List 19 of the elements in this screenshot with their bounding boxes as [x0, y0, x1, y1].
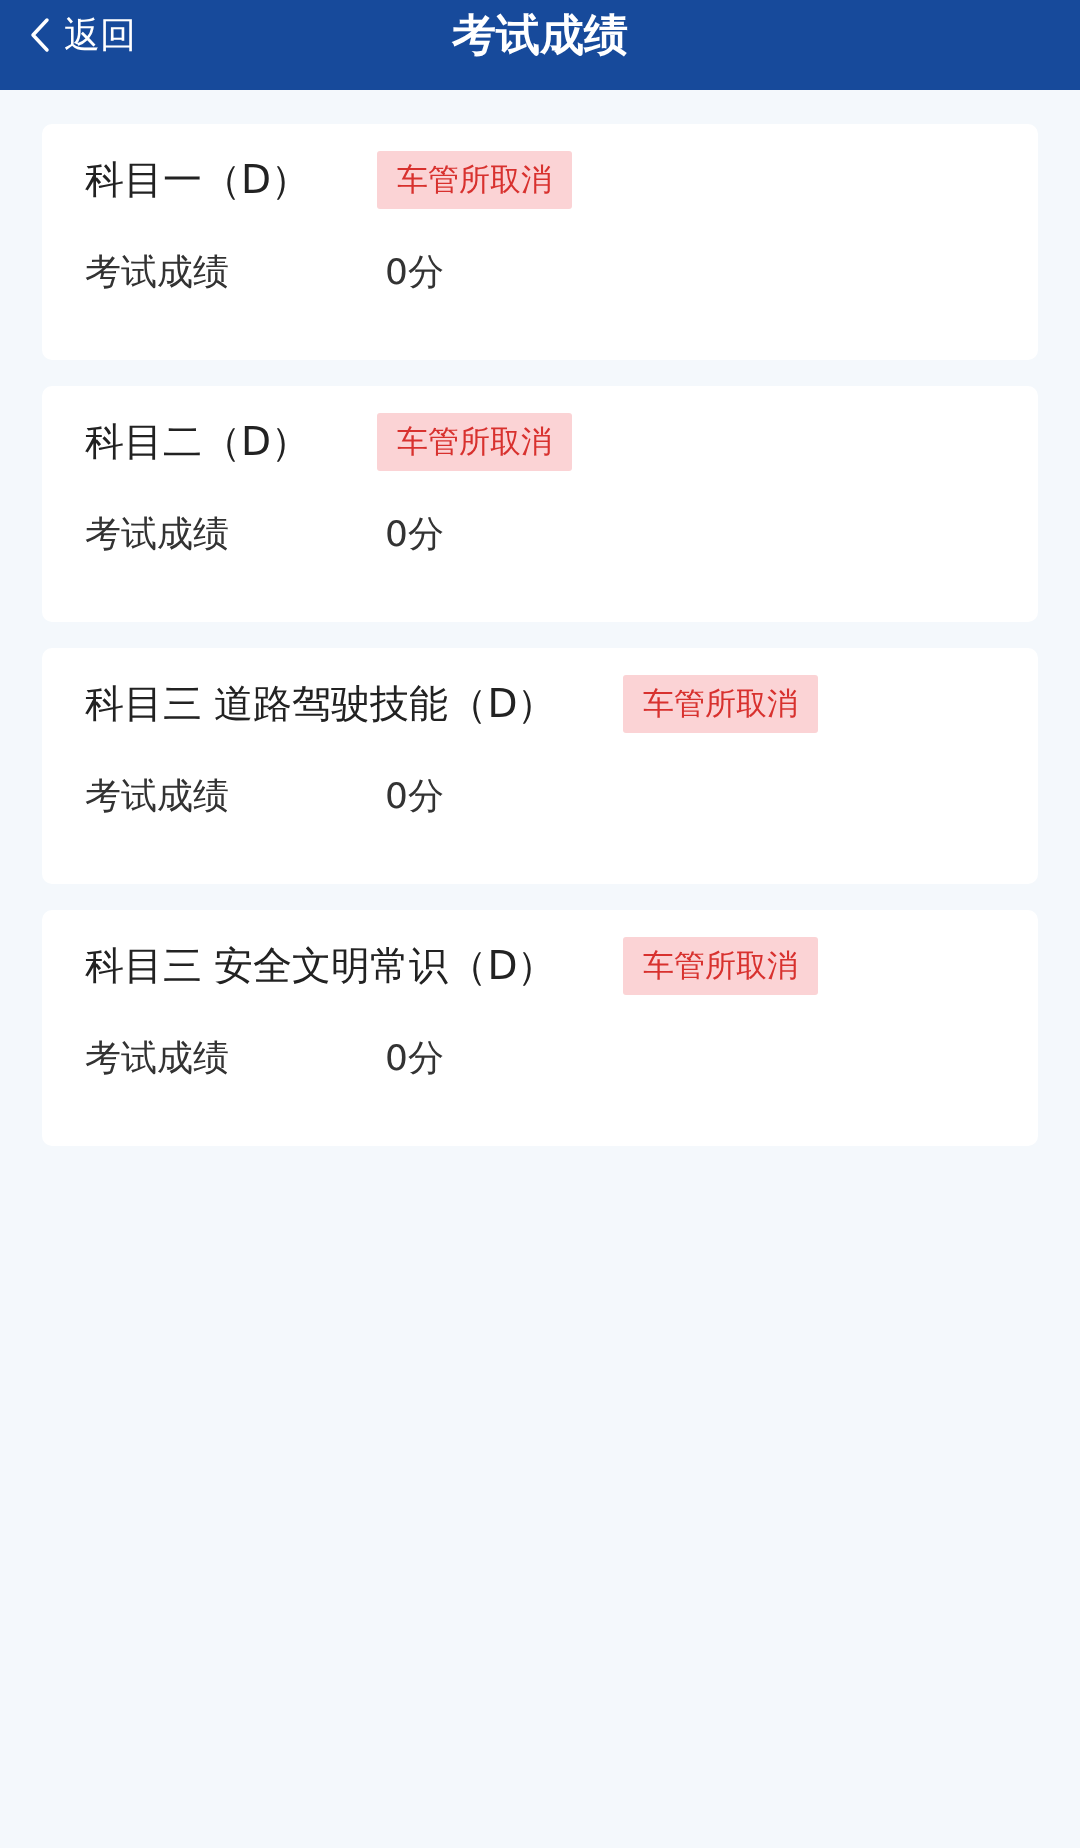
- subject-name: 科目二（D）: [85, 418, 311, 466]
- score-label: 考试成绩: [85, 1035, 230, 1080]
- subject-name: 科目三 道路驾驶技能（D）: [85, 680, 557, 728]
- status-badge: 车管所取消: [377, 151, 573, 209]
- score-label: 考试成绩: [85, 511, 230, 556]
- back-button[interactable]: 返回: [30, 0, 136, 70]
- page-title: 考试成绩: [452, 7, 628, 62]
- score-label: 考试成绩: [85, 249, 230, 294]
- score-value: 0分: [385, 249, 444, 294]
- score-value: 0分: [385, 511, 444, 556]
- status-badge: 车管所取消: [623, 937, 819, 995]
- subject-name: 科目一（D）: [85, 156, 311, 204]
- score-label: 考试成绩: [85, 773, 230, 818]
- back-chevron-icon: [30, 17, 50, 53]
- status-badge: 车管所取消: [623, 675, 819, 733]
- score-value: 0分: [385, 1035, 444, 1080]
- score-value: 0分: [385, 773, 444, 818]
- status-badge: 车管所取消: [377, 413, 573, 471]
- subject-name: 科目三 安全文明常识（D）: [85, 942, 557, 990]
